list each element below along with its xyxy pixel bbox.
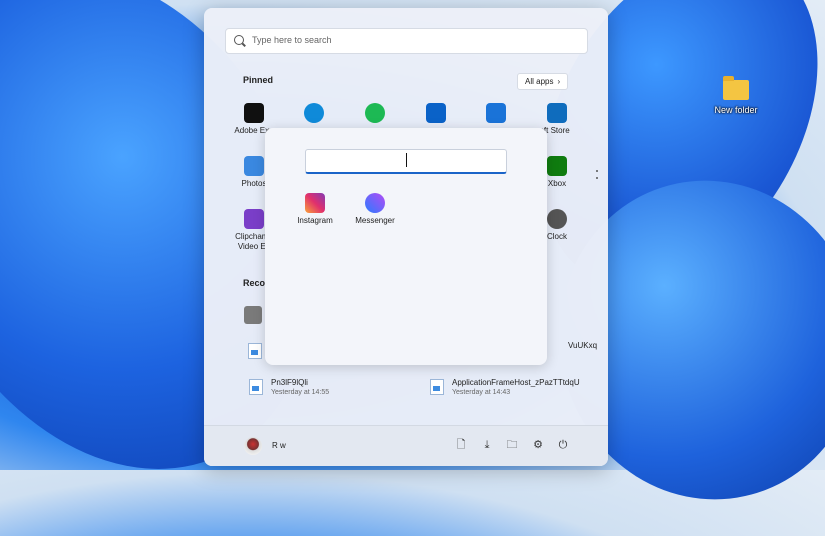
folder-app-messenger[interactable]: Messenger <box>345 193 405 226</box>
clock-icon <box>547 209 567 229</box>
desktop-folder-label: New folder <box>714 105 758 115</box>
folder-name-input[interactable] <box>305 149 507 174</box>
recommended-item[interactable] <box>244 306 262 324</box>
folder-app-instagram[interactable]: Instagram <box>285 193 345 226</box>
folder-icon <box>723 76 749 100</box>
downloads-icon[interactable]: ⤓ <box>480 438 494 452</box>
user-name[interactable]: R w <box>272 441 286 450</box>
folder-app-label: Instagram <box>297 216 333 225</box>
search-box[interactable]: Type here to search <box>225 28 588 54</box>
store-icon <box>547 103 567 123</box>
messenger-icon <box>365 193 385 213</box>
image-thumbnail-icon <box>244 306 262 324</box>
documents-icon[interactable]: 🗋 <box>454 438 468 452</box>
instagram-icon <box>305 193 325 213</box>
image-file-icon <box>248 343 262 359</box>
search-icon <box>234 35 244 45</box>
recommended-item-name: Pn3lF9lQli <box>271 378 308 387</box>
pinned-page-indicator[interactable] <box>596 170 599 184</box>
recommended-item-time: Yesterday at 14:43 <box>452 389 511 396</box>
all-apps-button[interactable]: All apps › <box>517 73 569 90</box>
recommended-item-name: ApplicationFrameHost_zPazTTtdqU <box>452 378 580 387</box>
file-explorer-icon[interactable]: 🗀 <box>505 438 519 452</box>
pinned-app-spotify[interactable] <box>345 103 405 123</box>
all-apps-label: All apps <box>525 77 554 86</box>
folder-app-label: Messenger <box>355 216 395 225</box>
settings-gear-icon[interactable]: ⚙ <box>531 438 545 452</box>
recommended-item-time: Yesterday at 14:55 <box>271 389 330 396</box>
photos-icon <box>244 156 264 176</box>
recommended-item[interactable]: ApplicationFrameHost_zPazTTtdqU Yesterda… <box>430 378 600 402</box>
power-icon[interactable]: ⏻ <box>556 438 570 452</box>
image-file-icon <box>430 379 444 395</box>
pinned-app-edge[interactable] <box>284 103 344 123</box>
adobe-express-icon <box>244 103 264 123</box>
app-folder-popup: Instagram Messenger <box>265 128 547 365</box>
desktop-folder[interactable]: New folder <box>713 76 759 115</box>
mail-icon <box>426 103 446 123</box>
clipchamp-icon <box>244 209 264 229</box>
xbox-icon <box>547 156 567 176</box>
calendar-icon <box>486 103 506 123</box>
pinned-title: Pinned <box>243 75 274 85</box>
spotify-icon <box>365 103 385 123</box>
pinned-app-mail[interactable] <box>406 103 466 123</box>
recommended-item-name: VuUKxq <box>568 341 598 350</box>
recommended-item[interactable]: Pn3lF9lQli Yesterday at 14:55 <box>249 378 409 402</box>
search-placeholder: Type here to search <box>252 35 332 45</box>
pinned-app-calendar[interactable] <box>466 103 526 123</box>
avatar[interactable] <box>244 437 262 455</box>
start-footer: R w 🗋 ⤓ 🗀 ⚙ ⏻ <box>204 425 608 466</box>
chevron-right-icon: › <box>557 77 561 86</box>
image-file-icon <box>249 379 263 395</box>
edge-icon <box>304 103 324 123</box>
text-caret <box>406 153 407 167</box>
